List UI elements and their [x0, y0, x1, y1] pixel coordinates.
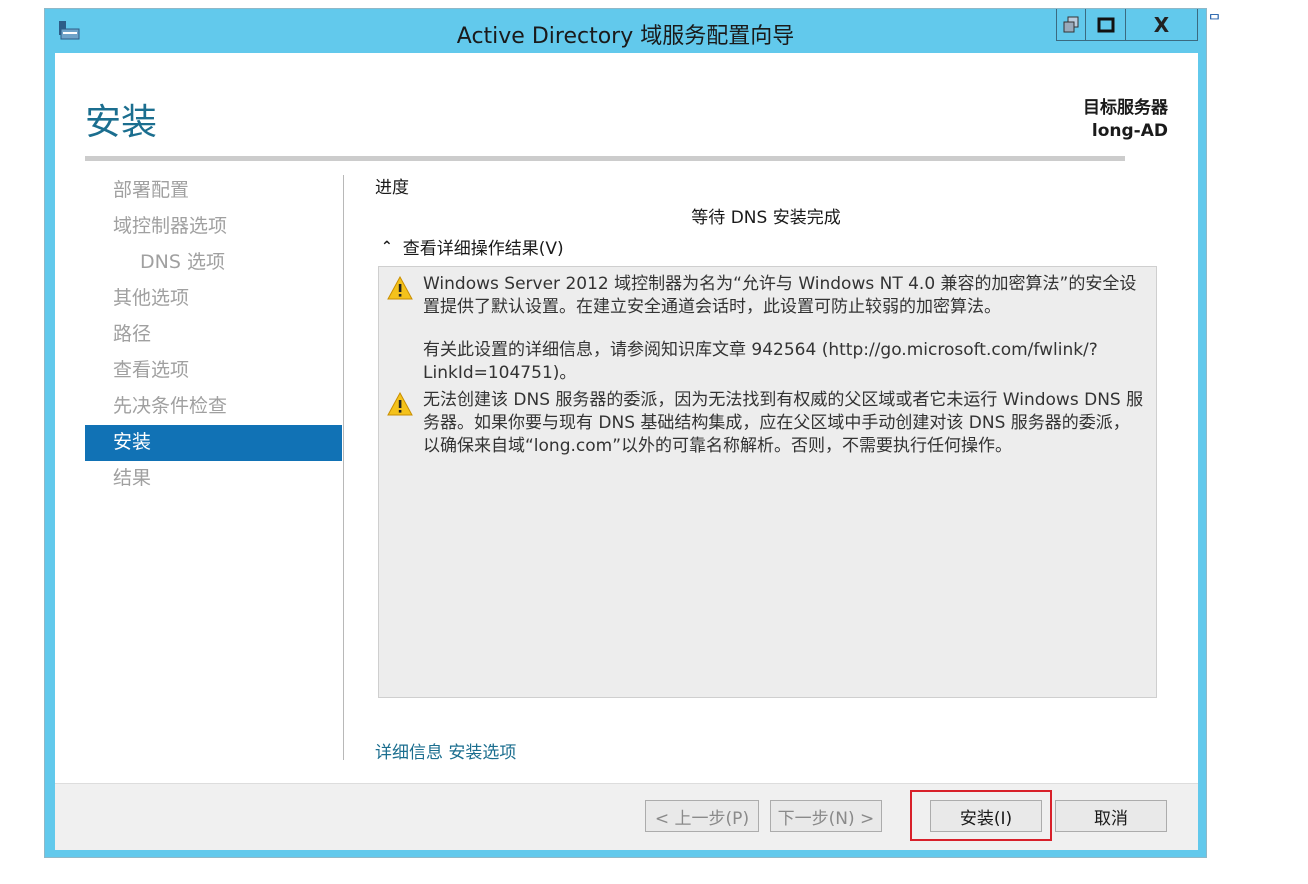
close-icon: X: [1153, 12, 1170, 37]
wizard-window: Active Directory 域服务配置向导 X 安装 目标服务器 long…: [44, 8, 1207, 858]
details-toggle-label: 查看详细操作结果(V): [402, 239, 564, 259]
warning-message-text: 无法创建该 DNS 服务器的委派，因为无法找到有权威的父区域或者它未运行 Win…: [423, 390, 1144, 456]
title-bar[interactable]: Active Directory 域服务配置向导 X: [45, 9, 1206, 53]
wizard-nav: 部署配置 域控制器选项 DNS 选项 其他选项 路径 查看选项 先决条件检查 安…: [85, 173, 342, 497]
header-divider: [85, 156, 1125, 161]
close-button[interactable]: X: [1125, 9, 1197, 40]
nav-item-installation[interactable]: 安装: [85, 425, 342, 461]
target-server-name: long-AD: [1091, 121, 1168, 141]
install-button[interactable]: 安装(I): [930, 800, 1042, 832]
warning-icon: [387, 392, 413, 416]
nav-item-deployment-config[interactable]: 部署配置: [85, 173, 342, 209]
warning-message: Windows Server 2012 域控制器为名为“允许与 Windows …: [387, 273, 1144, 385]
maximize-button[interactable]: [1085, 9, 1125, 40]
target-server-label: 目标服务器: [1083, 98, 1168, 118]
footer-bar: < 上一步(P) 下一步(N) > 安装(I) 取消: [55, 783, 1198, 850]
window-title: Active Directory 域服务配置向导: [456, 24, 795, 49]
restore-icon: [1063, 16, 1079, 32]
nav-item-review-options[interactable]: 查看选项: [85, 353, 342, 389]
next-button[interactable]: 下一步(N) >: [770, 800, 882, 832]
progress-label: 进度: [375, 178, 409, 198]
warning-icon: [387, 276, 413, 300]
nav-separator: [343, 175, 344, 760]
restore-button[interactable]: [1057, 9, 1085, 40]
chevron-up-icon: ⌃: [381, 238, 393, 255]
nav-item-dc-options[interactable]: 域控制器选项: [85, 209, 342, 245]
cancel-button[interactable]: 取消: [1055, 800, 1167, 832]
window-controls: X: [1056, 9, 1198, 41]
prev-button[interactable]: < 上一步(P): [645, 800, 759, 832]
nav-item-prerequisites-check[interactable]: 先决条件检查: [85, 389, 342, 425]
warning-message-text: 有关此设置的详细信息，请参阅知识库文章 942564 (http://go.mi…: [423, 340, 1098, 383]
more-info-link[interactable]: 详细信息 安装选项: [375, 738, 516, 763]
warning-message-body: 无法创建该 DNS 服务器的委派，因为无法找到有权威的父区域或者它未运行 Win…: [423, 389, 1144, 458]
wizard-client: 安装 目标服务器 long-AD 部署配置 域控制器选项 DNS 选项 其他选项…: [55, 53, 1198, 850]
results-panel[interactable]: Windows Server 2012 域控制器为名为“允许与 Windows …: [378, 266, 1157, 698]
warning-message-text: Windows Server 2012 域控制器为名为“允许与 Windows …: [423, 274, 1137, 317]
nav-item-paths[interactable]: 路径: [85, 317, 342, 353]
page-title: 安装: [85, 102, 158, 143]
nav-item-additional-options[interactable]: 其他选项: [85, 281, 342, 317]
nav-item-results[interactable]: 结果: [85, 461, 342, 497]
warning-message: 无法创建该 DNS 服务器的委派，因为无法找到有权威的父区域或者它未运行 Win…: [387, 389, 1144, 458]
content-area: 进度 等待 DNS 安装完成 ⌃ 查看详细操作结果(V) Windows Ser…: [375, 173, 1157, 698]
nav-item-dns-options[interactable]: DNS 选项: [85, 245, 342, 281]
details-toggle[interactable]: ⌃ 查看详细操作结果(V): [381, 234, 564, 260]
target-server: 目标服务器 long-AD: [1083, 97, 1168, 143]
maximize-icon: [1097, 17, 1114, 32]
edge-glyph: ᄆ: [1208, 13, 1221, 29]
warning-message-body: Windows Server 2012 域控制器为名为“允许与 Windows …: [423, 273, 1144, 385]
progress-status: 等待 DNS 安装完成: [691, 208, 841, 228]
